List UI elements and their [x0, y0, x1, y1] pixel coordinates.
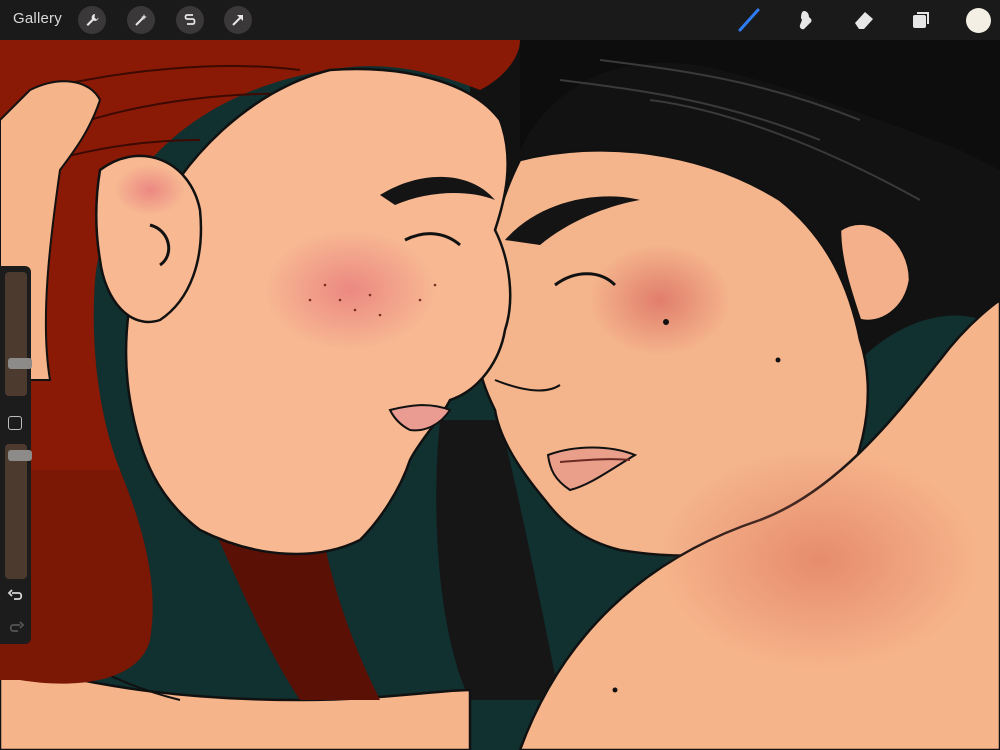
- color-picker-swatch[interactable]: [966, 8, 991, 33]
- magic-wand-icon[interactable]: [127, 6, 155, 34]
- undo-icon[interactable]: [6, 586, 26, 606]
- transform-arrow-icon[interactable]: [224, 6, 252, 34]
- redo-icon[interactable]: [6, 618, 26, 638]
- selection-s-icon[interactable]: [176, 6, 204, 34]
- opacity-thumb[interactable]: [8, 450, 32, 461]
- smudge-icon[interactable]: [792, 6, 820, 34]
- top-toolbar: Gallery: [0, 0, 1000, 40]
- eraser-icon[interactable]: [850, 6, 878, 34]
- layers-icon[interactable]: [907, 6, 935, 34]
- brush-size-thumb[interactable]: [8, 358, 32, 369]
- brush-size-slider[interactable]: [5, 272, 32, 396]
- drawing-canvas[interactable]: [0, 0, 1000, 750]
- gallery-button[interactable]: Gallery: [13, 10, 62, 27]
- modifier-square-icon[interactable]: [8, 416, 22, 430]
- left-sidebar: [0, 266, 32, 644]
- wrench-icon[interactable]: [78, 6, 106, 34]
- brush-icon[interactable]: [735, 6, 763, 34]
- opacity-slider[interactable]: [5, 444, 32, 579]
